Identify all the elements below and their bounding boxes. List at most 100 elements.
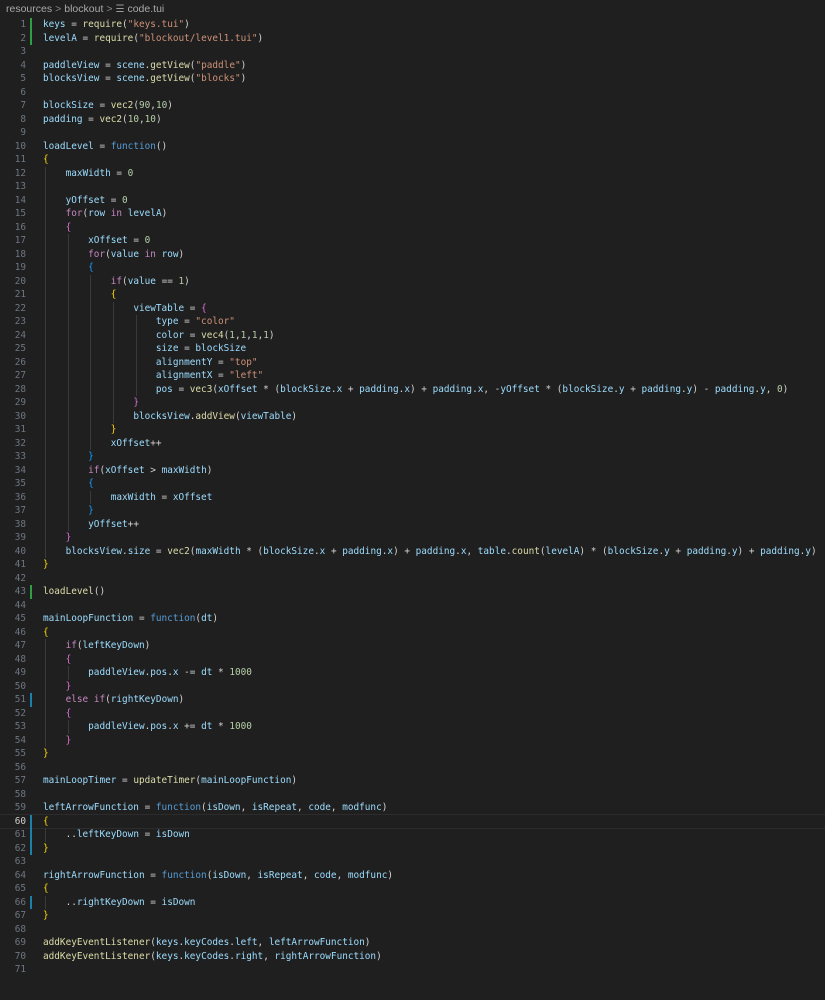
- code-line[interactable]: 63: [0, 855, 825, 869]
- code-line[interactable]: 2 levelA = require("blockout/level1.tui"): [0, 31, 825, 45]
- code-token: =: [76, 32, 94, 44]
- code-line[interactable]: 5 blocksView = scene.getView("blocks"): [0, 72, 825, 86]
- code-line[interactable]: 14 yOffset = 0: [0, 193, 825, 207]
- code-line[interactable]: 29 }: [0, 396, 825, 410]
- modified-line-indicator[interactable]: [30, 828, 32, 842]
- code-token: {: [88, 262, 94, 273]
- code-token: isDown: [212, 869, 247, 881]
- code-line[interactable]: 50 }: [0, 679, 825, 693]
- code-line[interactable]: 21 {: [0, 288, 825, 302]
- code-line[interactable]: 60 {: [0, 813, 825, 829]
- code-line[interactable]: 3: [0, 45, 825, 59]
- code-line[interactable]: 34 if(xOffset > maxWidth): [0, 463, 825, 477]
- code-line[interactable]: 45 mainLoopFunction = function(dt): [0, 612, 825, 626]
- code-line[interactable]: 23 type = "color": [0, 315, 825, 329]
- code-line[interactable]: 61 ..leftKeyDown = isDown: [0, 828, 825, 842]
- code-line[interactable]: 1 keys = require("keys.tui"): [0, 18, 825, 32]
- code-line[interactable]: 24 color = vec4(1,1,1,1): [0, 328, 825, 342]
- code-token: rightKeyDown: [76, 896, 145, 908]
- code-line[interactable]: 69 addKeyEventListener(keys.keyCodes.left…: [0, 936, 825, 950]
- code-line[interactable]: 64 rightArrowFunction = function(isDown, …: [0, 869, 825, 883]
- code-line[interactable]: 52 {: [0, 706, 825, 720]
- code-line[interactable]: 31 }: [0, 423, 825, 437]
- code-line[interactable]: 40 blocksView.size = vec2(maxWidth * (bl…: [0, 544, 825, 558]
- line-number: 46: [14, 626, 26, 638]
- code-line[interactable]: 46 {: [0, 626, 825, 640]
- code-line[interactable]: 47 if(leftKeyDown): [0, 639, 825, 653]
- modified-line-indicator[interactable]: [30, 841, 32, 855]
- code-line[interactable]: 19 {: [0, 261, 825, 275]
- code-line[interactable]: 11 {: [0, 153, 825, 167]
- code-line[interactable]: 41}: [0, 558, 825, 572]
- code-line[interactable]: 57 mainLoopTimer = updateTimer(mainLoopFu…: [0, 774, 825, 788]
- code-line[interactable]: 48 {: [0, 652, 825, 666]
- code-line[interactable]: 66 ..rightKeyDown = isDown: [0, 895, 825, 909]
- code-line[interactable]: 42: [0, 572, 825, 586]
- code-line[interactable]: 53 paddleView.pos.x += dt * 1000: [0, 720, 825, 734]
- code-line[interactable]: 4 paddleView = scene.getView("paddle"): [0, 59, 825, 73]
- code-line[interactable]: 55}: [0, 747, 825, 761]
- modified-line-indicator[interactable]: [30, 895, 32, 909]
- added-line-indicator[interactable]: [30, 31, 32, 45]
- code-line[interactable]: 44: [0, 599, 825, 613]
- modified-line-indicator[interactable]: [30, 814, 32, 828]
- indent-guide: [67, 261, 69, 275]
- code-line[interactable]: 26 alignmentY = "top": [0, 355, 825, 369]
- code-line[interactable]: 35 {: [0, 477, 825, 491]
- code-line[interactable]: 22 viewTable = {: [0, 301, 825, 315]
- code-line[interactable]: 70 addKeyEventListener(keys.keyCodes.righ…: [0, 950, 825, 964]
- line-number: 49: [14, 667, 26, 678]
- added-line-indicator[interactable]: [30, 585, 32, 599]
- code-line[interactable]: 62}: [0, 841, 825, 855]
- code-line[interactable]: 67}: [0, 909, 825, 923]
- code-line[interactable]: 54 }: [0, 733, 825, 747]
- code-text: padding = vec2(10,10): [43, 113, 825, 127]
- code-text: xOffset = 0: [43, 234, 825, 248]
- code-line[interactable]: 56: [0, 761, 825, 775]
- code-line[interactable]: 13: [0, 180, 825, 194]
- code-line[interactable]: 17 xOffset = 0: [0, 234, 825, 248]
- code-token: =: [178, 343, 196, 354]
- code-line[interactable]: 36 maxWidth = xOffset: [0, 490, 825, 504]
- code-line[interactable]: 49 paddleView.pos.x -= dt * 1000: [0, 666, 825, 680]
- code-line[interactable]: 51 else if(rightKeyDown): [0, 693, 825, 707]
- code-line[interactable]: 30 blocksView.addView(viewTable): [0, 409, 825, 423]
- code-line[interactable]: 6: [0, 86, 825, 100]
- code-line[interactable]: 59 leftArrowFunction = function(isDown, i…: [0, 801, 825, 815]
- code-line[interactable]: 33 }: [0, 450, 825, 464]
- code-line[interactable]: 25 size = blockSize: [0, 342, 825, 356]
- indent-guide: [135, 382, 137, 396]
- code-line[interactable]: 20 if(value == 1): [0, 274, 825, 288]
- code-line[interactable]: 7 blockSize = vec2(90,10): [0, 99, 825, 113]
- modified-line-indicator[interactable]: [30, 693, 32, 707]
- code-line[interactable]: 43 loadLevel(): [0, 585, 825, 599]
- code-token: =: [93, 140, 111, 152]
- code-line[interactable]: 37 }: [0, 504, 825, 518]
- added-line-indicator[interactable]: [30, 18, 32, 32]
- code-token: isDown: [206, 802, 241, 813]
- breadcrumb-file-name[interactable]: code.tui: [127, 3, 164, 15]
- code-line[interactable]: 15 for(row in levelA): [0, 207, 825, 221]
- code-line[interactable]: 8 padding = vec2(10,10): [0, 113, 825, 127]
- code-line[interactable]: 27 alignmentX = "left": [0, 369, 825, 383]
- code-line[interactable]: 58: [0, 788, 825, 802]
- code-token: =: [82, 113, 100, 125]
- code-line[interactable]: 32 xOffset++: [0, 436, 825, 450]
- indent-guide: [67, 490, 69, 504]
- code-line[interactable]: 39 }: [0, 531, 825, 545]
- code-line[interactable]: 68: [0, 923, 825, 937]
- code-line[interactable]: 28 pos = vec3(xOffset * (blockSize.x + p…: [0, 382, 825, 396]
- code-line[interactable]: 71: [0, 963, 825, 977]
- code-line[interactable]: 9: [0, 126, 825, 140]
- code-token: table: [477, 545, 506, 557]
- code-line[interactable]: 38 yOffset++: [0, 517, 825, 531]
- code-line[interactable]: 10 loadLevel = function(): [0, 140, 825, 154]
- code-line[interactable]: 65 {: [0, 882, 825, 896]
- code-editor[interactable]: 1 keys = require("keys.tui") 2 levelA = req…: [0, 18, 825, 977]
- breadcrumb-item-resources[interactable]: resources: [6, 3, 52, 15]
- code-line[interactable]: 16 {: [0, 220, 825, 234]
- breadcrumb-item-blockout[interactable]: blockout: [64, 3, 103, 15]
- code-line[interactable]: 18 for(value in row): [0, 247, 825, 261]
- code-line[interactable]: 12 maxWidth = 0: [0, 166, 825, 180]
